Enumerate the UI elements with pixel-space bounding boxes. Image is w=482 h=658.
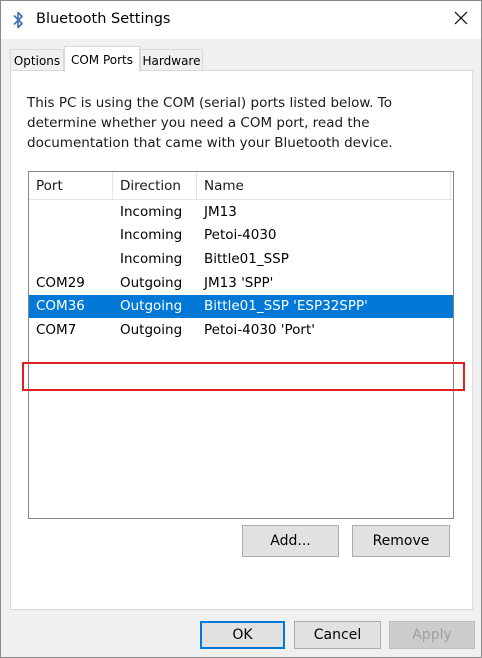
add-button[interactable]: Add... <box>242 525 339 557</box>
column-header-name[interactable]: Name <box>197 172 451 200</box>
description-text: This PC is using the COM (serial) ports … <box>27 95 393 151</box>
tab-com-ports[interactable]: COM Ports <box>64 46 140 72</box>
tab-hardware[interactable]: Hardware <box>140 49 203 71</box>
close-icon <box>454 11 468 29</box>
column-header-direction[interactable]: Direction <box>113 172 197 200</box>
com-ports-list[interactable]: Port Direction Name Incoming JM13 Incomi… <box>28 171 454 519</box>
tab-strip: Options COM Ports Hardware <box>1 39 481 72</box>
name-cell: Bittle01_SSP 'ESP32SPP' <box>204 298 368 314</box>
table-row-selected[interactable]: COM36 Outgoing Bittle01_SSP 'ESP32SPP' <box>29 295 453 318</box>
table-row[interactable]: COM7 Outgoing Petoi-4030 'Port' <box>29 319 453 342</box>
name-cell: Petoi-4030 <box>204 227 277 243</box>
bluetooth-settings-window: Bluetooth Settings Options COM Ports Har… <box>0 0 482 658</box>
name-cell: Petoi-4030 'Port' <box>204 322 315 338</box>
bluetooth-icon <box>11 11 25 29</box>
port-cell: COM36 <box>36 298 85 314</box>
direction-cell: Outgoing <box>120 298 183 314</box>
title-bar: Bluetooth Settings <box>1 1 481 39</box>
name-cell: JM13 <box>204 204 237 220</box>
name-cell: Bittle01_SSP <box>204 251 289 267</box>
direction-cell: Incoming <box>120 251 183 267</box>
window-title: Bluetooth Settings <box>36 11 171 27</box>
table-row[interactable]: COM29 Outgoing JM13 'SPP' <box>29 272 453 295</box>
apply-button[interactable]: Apply <box>389 621 475 649</box>
table-row[interactable]: Incoming Bittle01_SSP <box>29 248 453 271</box>
close-button[interactable] <box>441 1 481 39</box>
column-header-port[interactable]: Port <box>29 172 113 200</box>
table-row[interactable]: Incoming JM13 <box>29 201 453 224</box>
table-row[interactable]: Incoming Petoi-4030 <box>29 224 453 247</box>
com-ports-panel: This PC is using the COM (serial) ports … <box>10 70 473 610</box>
remove-button[interactable]: Remove <box>352 525 450 557</box>
direction-cell: Outgoing <box>120 322 183 338</box>
direction-cell: Incoming <box>120 227 183 243</box>
tab-options[interactable]: Options <box>10 49 64 71</box>
list-header: Port Direction Name <box>29 172 453 200</box>
direction-cell: Incoming <box>120 204 183 220</box>
direction-cell: Outgoing <box>120 275 183 291</box>
cancel-button[interactable]: Cancel <box>294 621 381 649</box>
ok-button[interactable]: OK <box>200 621 285 649</box>
name-cell: JM13 'SPP' <box>204 275 274 291</box>
port-cell: COM7 <box>36 322 77 338</box>
port-cell: COM29 <box>36 275 85 291</box>
